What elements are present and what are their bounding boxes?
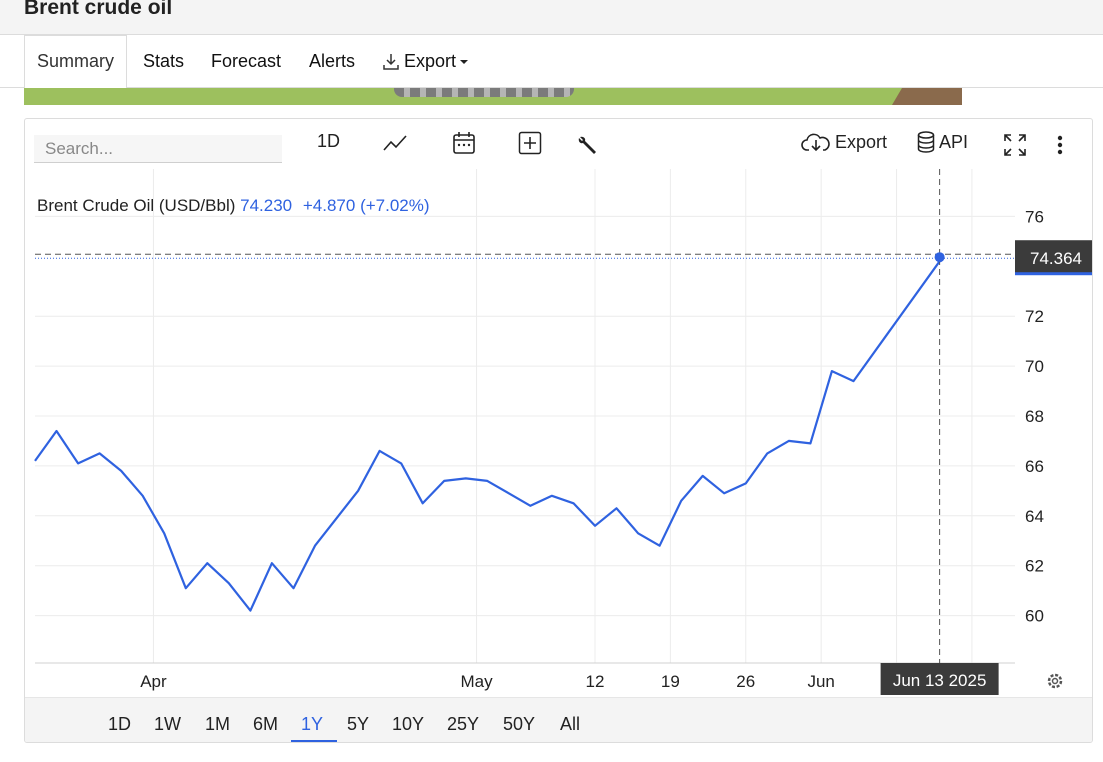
legend-price: 74.230 bbox=[240, 196, 293, 215]
x-tick-label: 26 bbox=[736, 672, 755, 691]
ad-banner[interactable] bbox=[24, 88, 962, 105]
crosshair-date-label: Jun 13 2025 bbox=[893, 671, 987, 690]
range-button-all[interactable]: All bbox=[560, 714, 580, 735]
api-button[interactable]: API bbox=[917, 131, 968, 153]
chart-legend: Brent Crude Oil (USD/Bbl) 74.230 +4.870 … bbox=[37, 196, 430, 216]
tab-bar: Summary Stats Forecast Alerts Export bbox=[0, 35, 1103, 89]
tab-stats[interactable]: Stats bbox=[143, 51, 184, 72]
interval-button[interactable]: 1D bbox=[317, 131, 340, 152]
wrench-icon[interactable] bbox=[576, 134, 600, 158]
legend-change: +4.870 bbox=[302, 196, 356, 215]
y-tick-label: 66 bbox=[1025, 457, 1044, 476]
more-vertical-icon[interactable] bbox=[1055, 134, 1065, 156]
range-button-10y[interactable]: 10Y bbox=[392, 714, 424, 735]
crosshair-value-accent bbox=[1015, 272, 1092, 276]
range-button-25y[interactable]: 25Y bbox=[447, 714, 479, 735]
legend-change-pct: (+7.02%) bbox=[360, 196, 430, 215]
range-button-1m[interactable]: 1M bbox=[205, 714, 230, 735]
range-button-50y[interactable]: 50Y bbox=[503, 714, 535, 735]
y-tick-label: 60 bbox=[1025, 607, 1044, 626]
x-tick-label: Jun bbox=[807, 672, 834, 691]
price-chart[interactable]: 6062646668707276AprMay121926Jun91674.364… bbox=[25, 169, 1093, 697]
crosshair-point bbox=[934, 252, 945, 263]
range-active-indicator bbox=[291, 740, 337, 742]
y-tick-label: 72 bbox=[1025, 307, 1044, 326]
cloud-download-icon bbox=[801, 133, 830, 152]
page-title: Brent crude oil bbox=[24, 0, 173, 19]
search-input[interactable] bbox=[34, 135, 282, 163]
line-chart-icon[interactable] bbox=[382, 133, 408, 153]
x-tick-label: 12 bbox=[586, 672, 605, 691]
settings-gear-icon[interactable] bbox=[1047, 673, 1063, 689]
export-label: Export bbox=[835, 131, 888, 152]
tab-forecast[interactable]: Forecast bbox=[211, 51, 281, 72]
export-button[interactable]: Export bbox=[801, 131, 887, 153]
range-button-6m[interactable]: 6M bbox=[253, 714, 278, 735]
chart-area[interactable]: 6062646668707276AprMay121926Jun91674.364… bbox=[25, 169, 1092, 697]
y-tick-label: 70 bbox=[1025, 357, 1044, 376]
series-line bbox=[34, 260, 941, 612]
tab-alerts[interactable]: Alerts bbox=[309, 51, 355, 72]
chart-toolbar: 1D Export API bbox=[25, 119, 1092, 169]
x-tick-label: May bbox=[460, 672, 493, 691]
crosshair-value-label: 74.364 bbox=[1030, 249, 1082, 268]
range-button-1y[interactable]: 1Y bbox=[301, 714, 323, 735]
x-tick-label: 19 bbox=[661, 672, 680, 691]
y-tick-label: 76 bbox=[1025, 207, 1044, 226]
database-icon bbox=[917, 131, 935, 153]
legend-series-name: Brent Crude Oil (USD/Bbl) bbox=[37, 196, 236, 215]
add-indicator-icon[interactable] bbox=[518, 131, 542, 155]
caret-down-icon bbox=[460, 59, 469, 64]
api-label: API bbox=[939, 131, 969, 152]
x-tick-label: Apr bbox=[140, 672, 167, 691]
range-button-1w[interactable]: 1W bbox=[154, 714, 181, 735]
fullscreen-icon[interactable] bbox=[1003, 133, 1027, 157]
y-tick-label: 64 bbox=[1025, 507, 1044, 526]
tab-summary[interactable]: Summary bbox=[24, 35, 128, 89]
y-tick-label: 68 bbox=[1025, 407, 1044, 426]
tab-export-label: Export bbox=[404, 51, 457, 71]
range-selector: 1D 1W 1M 6M 1Y 5Y 10Y 25Y 50Y All bbox=[25, 697, 1092, 742]
page-header: Brent crude oil bbox=[0, 0, 1103, 35]
chart-panel: 1D Export API 60 62 64 66 68 70 72 76 Apr May 12 19… bbox=[24, 118, 1093, 743]
y-tick-label: 62 bbox=[1025, 557, 1044, 576]
tab-export[interactable]: Export bbox=[381, 51, 469, 72]
range-button-1d[interactable]: 1D bbox=[108, 714, 131, 735]
calendar-icon[interactable] bbox=[452, 131, 476, 155]
range-button-5y[interactable]: 5Y bbox=[347, 714, 369, 735]
download-icon bbox=[383, 53, 399, 70]
